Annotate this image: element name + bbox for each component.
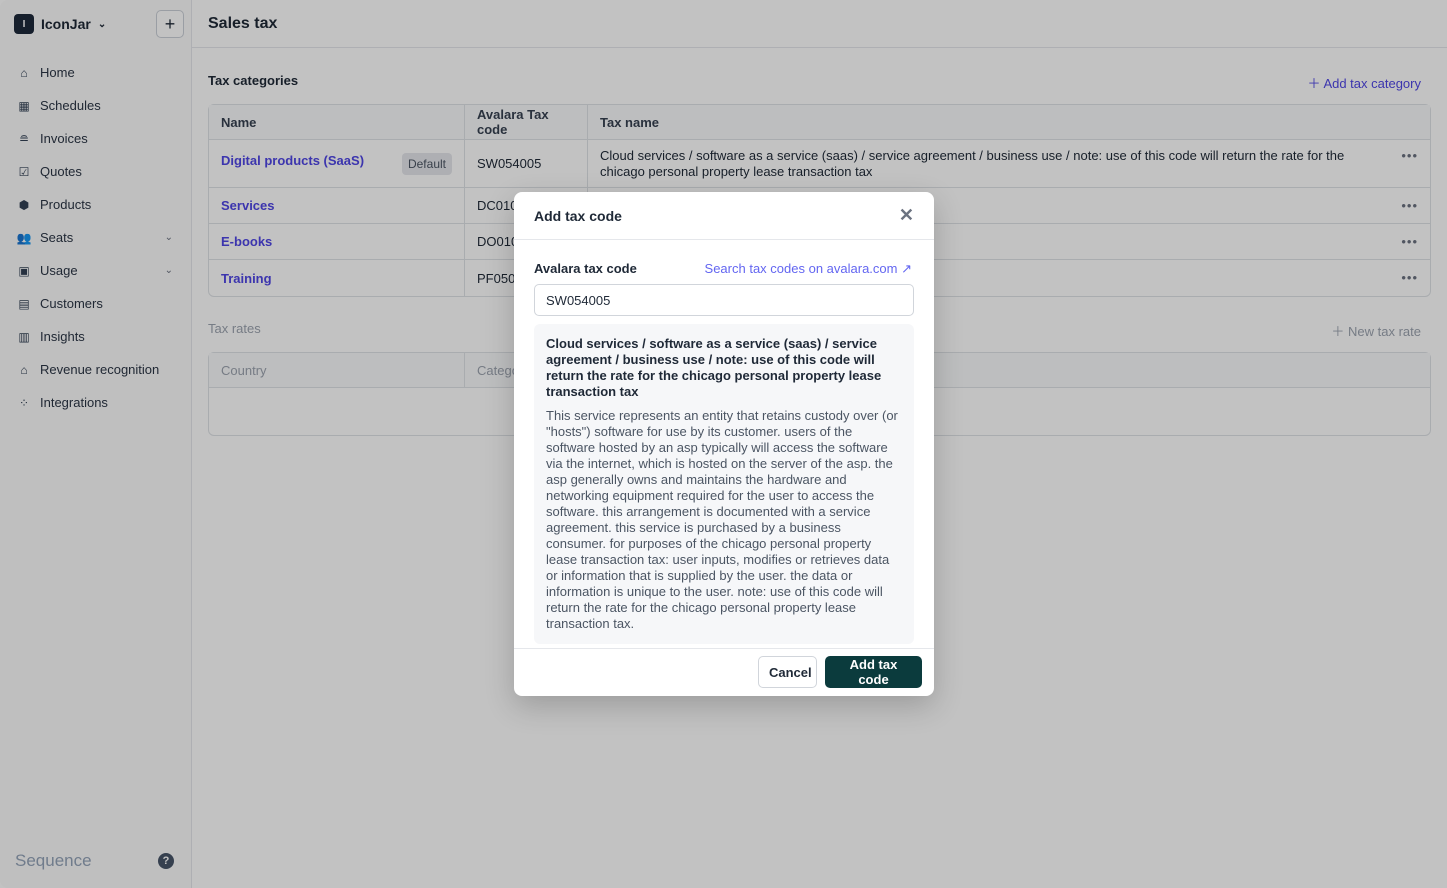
field-label: Avalara tax code	[534, 261, 637, 276]
description-body: This service represents an entity that r…	[546, 408, 898, 631]
close-icon[interactable]: ✕	[899, 205, 914, 226]
dialog-title: Add tax code	[534, 207, 622, 224]
add-tax-code-button[interactable]: Add tax code	[825, 656, 922, 688]
description-title: Cloud services / software as a service (…	[546, 336, 882, 399]
external-link-icon: ↗	[901, 261, 912, 276]
search-avalara-link[interactable]: Search tax codes on avalara.com ↗	[705, 261, 912, 277]
add-tax-code-dialog: Add tax code ✕ Avalara tax code Search ta…	[514, 192, 934, 696]
dialog-footer-divider	[514, 648, 934, 649]
tax-code-input[interactable]	[534, 284, 914, 316]
tax-code-description: Cloud services / software as a service (…	[534, 324, 914, 644]
search-link-label: Search tax codes on avalara.com	[704, 261, 898, 276]
cancel-button[interactable]: Cancel	[758, 656, 817, 688]
